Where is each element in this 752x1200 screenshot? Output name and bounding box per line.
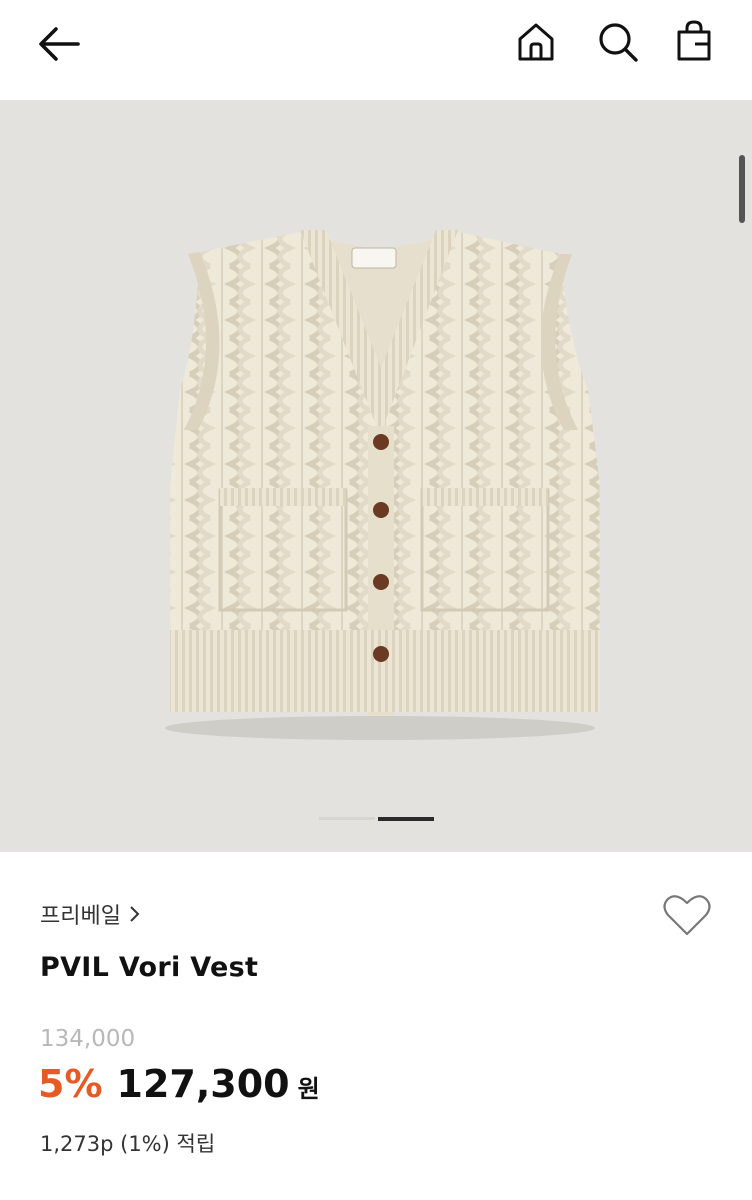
arrow-left-icon[interactable] (34, 24, 84, 64)
chevron-right-icon (130, 906, 140, 922)
brand-name: 프리베일 (40, 904, 121, 929)
product-image-gallery[interactable] (0, 100, 752, 852)
slide-indicator-1[interactable] (319, 817, 375, 820)
currency-unit: 원 (297, 1075, 320, 1103)
slide-indicator-2-active[interactable] (378, 817, 434, 821)
original-price: 134,000 (40, 1026, 136, 1052)
price-row: 5% 127,300 원 (38, 1062, 320, 1118)
shopping-bag-icon[interactable] (672, 18, 716, 62)
sale-price: 127,300 (116, 1062, 290, 1106)
scrollbar-thumb[interactable] (739, 155, 745, 223)
brand-link[interactable]: 프리베일 (40, 898, 141, 930)
product-title: PVIL Vori Vest (40, 952, 259, 983)
product-info: 프리베일 PVIL Vori Vest 134,000 5% 127,300 원… (0, 852, 752, 1200)
search-icon[interactable] (596, 20, 640, 64)
top-app-bar (0, 0, 752, 100)
product-image (165, 230, 600, 740)
reward-points: 1,273p (1%) 적립 (40, 1132, 216, 1156)
heart-icon[interactable] (662, 892, 712, 938)
home-icon[interactable] (514, 20, 558, 64)
discount-rate: 5% (38, 1062, 103, 1106)
